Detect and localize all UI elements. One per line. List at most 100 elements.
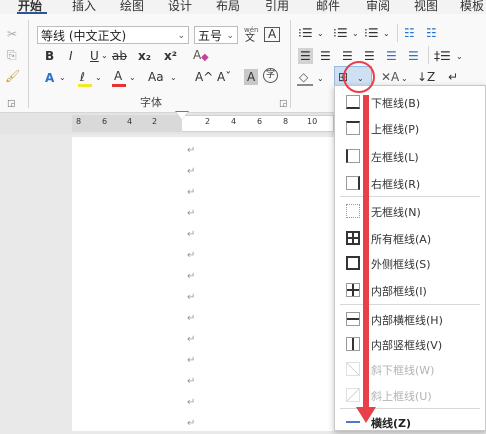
paragraph-mark: ↵ — [187, 271, 196, 282]
underline-button[interactable]: U — [90, 48, 99, 64]
inside-horizontal-border-icon — [346, 312, 360, 326]
font-color-button[interactable]: A — [114, 68, 122, 84]
chevron-down-icon[interactable]: ⌄ — [383, 26, 390, 42]
annotation-arrowhead — [356, 407, 376, 423]
font-launcher-icon[interactable]: ◲ — [279, 99, 288, 109]
paragraph-mark: ↵ — [187, 229, 196, 240]
enclose-characters-button[interactable]: 字 — [263, 68, 278, 83]
chevron-down-icon[interactable]: ⌄ — [101, 48, 108, 64]
ruler-tick: 8 — [76, 117, 82, 126]
character-border-button[interactable]: A — [264, 27, 281, 42]
copy-icon[interactable]: ⎘ — [7, 47, 17, 63]
tab-review[interactable]: 审阅 — [366, 0, 390, 14]
chevron-down-icon[interactable]: ⌄ — [352, 26, 359, 42]
paragraph-mark: ↵ — [187, 166, 196, 177]
text-effects-button[interactable]: A — [45, 70, 54, 86]
ruler-tick: 6 — [257, 117, 263, 126]
paragraph-mark: ↵ — [187, 397, 196, 408]
asian-layout-icon[interactable]: ✕A — [381, 69, 399, 85]
all-borders-icon — [346, 231, 360, 245]
ruler-tick: 2 — [152, 117, 158, 126]
toolbar-divider — [397, 24, 398, 42]
ruler-tick: 10 — [307, 117, 318, 126]
numbering-icon[interactable]: ⁝☰ — [333, 25, 348, 41]
ruler-tick: 4 — [231, 117, 237, 126]
inside-borders-icon — [346, 283, 360, 297]
tab-references[interactable]: 引用 — [265, 0, 289, 14]
grow-font-button[interactable]: A^ — [195, 69, 213, 85]
increase-indent-icon[interactable]: ☷ — [426, 25, 437, 41]
chevron-down-icon[interactable]: ⌄ — [317, 71, 324, 87]
shrink-font-button[interactable]: Aˇ — [217, 69, 231, 85]
tab-layout[interactable]: 布局 — [216, 0, 240, 14]
column-distribute-icon[interactable]: ☰ — [408, 48, 419, 64]
tab-view[interactable]: 视图 — [414, 0, 438, 14]
sort-icon[interactable]: ↓Z — [417, 69, 435, 85]
chevron-down-icon[interactable]: ⌄ — [456, 49, 463, 65]
font-group-label: 字体 — [140, 96, 162, 109]
bullets-icon[interactable]: ⁝☰ — [298, 25, 313, 41]
annotation-arrow — [363, 95, 369, 410]
bottom-border-icon — [346, 95, 360, 109]
top-border-icon — [346, 121, 360, 135]
paragraph-mark: ↵ — [187, 418, 196, 429]
strikethrough-button[interactable]: ab — [112, 48, 127, 64]
tab-insert[interactable]: 插入 — [72, 0, 96, 14]
paragraph-mark: ↵ — [187, 145, 196, 156]
paragraph-mark: ↵ — [187, 187, 196, 198]
tab-design[interactable]: 设计 — [168, 0, 192, 14]
chevron-down-icon[interactable]: ⌄ — [317, 26, 324, 42]
ribbon-tab-bar: 开始 插入 绘图 设计 布局 引用 邮件 审阅 视图 模板 — [0, 0, 486, 14]
superscript-button[interactable]: x² — [164, 48, 177, 64]
italic-button[interactable]: I — [69, 48, 73, 64]
highlight-color-button[interactable]: ℓ — [80, 69, 85, 85]
subscript-button[interactable]: x₂ — [138, 48, 151, 64]
distributed-icon[interactable]: ☰ — [386, 48, 397, 64]
phonetic-guide-char: 文 — [245, 33, 255, 44]
character-shading-button[interactable]: A — [244, 69, 259, 85]
toolbar-divider — [428, 46, 429, 64]
shading-icon[interactable]: ◇ — [299, 69, 308, 85]
align-center-icon[interactable]: ☰ — [320, 48, 331, 64]
no-border-icon — [346, 204, 360, 218]
ruler-tick: 4 — [127, 117, 133, 126]
outside-borders-icon — [346, 256, 360, 270]
ruler-tick: 2 — [205, 117, 211, 126]
bold-button[interactable]: B — [45, 48, 54, 64]
font-size-combo[interactable]: 五号 ⌄ — [194, 26, 238, 44]
decrease-indent-icon[interactable]: ☷ — [404, 25, 415, 41]
tab-mailings[interactable]: 邮件 — [316, 0, 340, 14]
menu-separator — [340, 304, 480, 305]
change-case-button[interactable]: Aa — [148, 69, 164, 85]
tab-template[interactable]: 模板 — [460, 0, 484, 14]
indent-marker-fill — [176, 112, 188, 120]
chevron-down-icon[interactable]: ⌄ — [129, 70, 136, 86]
clear-formatting-button[interactable]: A — [193, 47, 201, 63]
eraser-icon: ◆ — [201, 52, 209, 63]
line-spacing-icon[interactable]: ‡☰ — [434, 48, 451, 64]
highlight-circle — [343, 61, 375, 93]
paragraph-mark: ↵ — [187, 376, 196, 387]
left-border-icon — [346, 149, 360, 163]
group-divider — [290, 20, 291, 108]
tab-draw[interactable]: 绘图 — [120, 0, 144, 14]
right-border-icon — [346, 176, 360, 190]
paragraph-mark: ↵ — [187, 208, 196, 219]
multilevel-list-icon[interactable]: ⁝☰ — [364, 25, 379, 41]
align-left-icon[interactable]: ☰ — [298, 48, 313, 64]
inside-vertical-border-icon — [346, 337, 360, 351]
font-name-combo[interactable]: 等线 (中文正文) ⌄ — [37, 26, 189, 44]
format-painter-icon[interactable]: 🖌 — [5, 68, 20, 84]
document-page[interactable] — [72, 137, 342, 431]
chevron-down-icon[interactable]: ⌄ — [95, 70, 102, 86]
chevron-down-icon[interactable]: ⌄ — [59, 70, 66, 86]
shading-swatch — [297, 84, 313, 86]
chevron-down-icon: ⌄ — [177, 31, 185, 41]
paragraph-mark: ↵ — [187, 250, 196, 261]
clipboard-launcher-icon[interactable]: ◲ — [7, 99, 16, 109]
chevron-down-icon[interactable]: ⌄ — [170, 70, 177, 86]
paragraph-mark: ↵ — [187, 334, 196, 345]
show-marks-icon[interactable]: ↵ — [448, 69, 458, 85]
diagonal-down-border-icon — [346, 362, 360, 376]
cut-icon[interactable]: ✂ — [7, 26, 17, 42]
